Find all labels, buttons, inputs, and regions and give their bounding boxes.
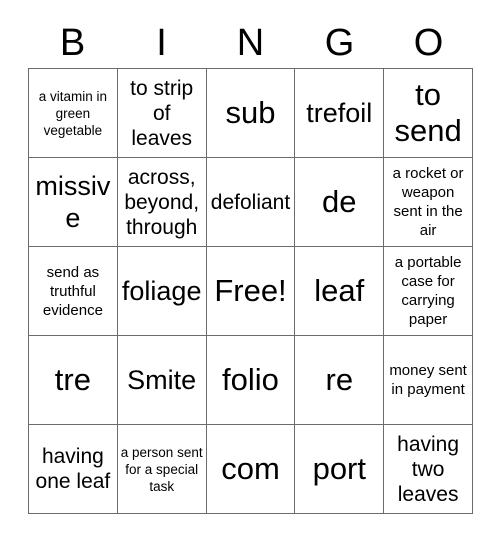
bingo-cell-text: across, beyond, through (124, 165, 200, 239)
bingo-cell[interactable]: sub (206, 69, 296, 158)
bingo-cell-text: missive (35, 171, 111, 233)
bingo-cell[interactable]: foliage (117, 247, 207, 336)
bingo-cell[interactable]: missive (29, 158, 118, 247)
bingo-cell-text: trefoil (306, 98, 373, 128)
bingo-cell[interactable]: having two leaves (384, 425, 473, 514)
bingo-cell[interactable]: leaf (295, 247, 385, 336)
bingo-cell-text: a rocket or weapon sent in the air (392, 165, 464, 239)
bingo-cell-text: tre (54, 362, 91, 397)
bingo-cell-text: de (322, 184, 357, 219)
bingo-cell[interactable]: de (295, 158, 385, 247)
bingo-cell-text: re (325, 362, 354, 397)
bingo-cell[interactable]: send as truthful evidence (29, 247, 118, 336)
bingo-cell[interactable]: a portable case for carrying paper (384, 247, 473, 336)
header-letter-b: B (59, 22, 86, 64)
bingo-cell-text: a vitamin in green vegetable (38, 88, 108, 138)
header-letter-g: G (324, 22, 355, 64)
bingo-cell-text: folio (222, 362, 279, 397)
header-letter-n: N (236, 22, 265, 64)
bingo-cell[interactable]: com (206, 425, 296, 514)
bingo-cell[interactable]: to strip of leaves (117, 69, 207, 158)
bingo-cell[interactable]: across, beyond, through (117, 158, 207, 247)
bingo-header-letters: B I N G O (28, 18, 473, 68)
bingo-cell-text: having two leaves (397, 432, 460, 506)
bingo-cell-free-space[interactable]: Free! (206, 247, 296, 336)
bingo-cell[interactable]: having one leaf (29, 425, 118, 514)
bingo-cell-text: a portable case for carrying paper (394, 254, 462, 328)
bingo-cell-text: a person sent for a special task (120, 444, 203, 494)
bingo-cell-text: to strip of leaves (130, 76, 194, 150)
bingo-cell-text: com (221, 451, 280, 486)
bingo-cell[interactable]: folio (206, 336, 296, 425)
bingo-cell[interactable]: Smite (117, 336, 207, 425)
bingo-cell-text: Free! (214, 273, 287, 308)
bingo-cell[interactable]: a person sent for a special task (117, 425, 207, 514)
bingo-cell-text: sub (225, 95, 276, 130)
bingo-cell[interactable]: tre (29, 336, 118, 425)
bingo-cell-text: Smite (127, 365, 197, 395)
bingo-cell[interactable]: money sent in payment (384, 336, 473, 425)
bingo-cell[interactable]: to send (384, 69, 473, 158)
bingo-cell[interactable]: port (295, 425, 385, 514)
bingo-cell-text: to send (394, 77, 462, 148)
bingo-card: B I N G O a vitamin in green vegetable t… (0, 0, 500, 544)
bingo-cell-text: send as truthful evidence (42, 263, 103, 319)
header-letter-i: I (156, 22, 167, 64)
bingo-cell-text: port (312, 451, 366, 486)
bingo-cell[interactable]: a vitamin in green vegetable (29, 69, 118, 158)
bingo-cell-text: having one leaf (35, 445, 111, 493)
bingo-cell-text: money sent in payment (389, 362, 467, 398)
bingo-cell[interactable]: re (295, 336, 385, 425)
bingo-cell[interactable]: a rocket or weapon sent in the air (384, 158, 473, 247)
bingo-cell-text: foliage (121, 276, 202, 306)
bingo-cell-text: defoliant (210, 190, 291, 214)
bingo-grid: a vitamin in green vegetable to strip of… (28, 68, 473, 514)
bingo-cell[interactable]: defoliant (206, 158, 296, 247)
bingo-cell-text: leaf (314, 273, 365, 308)
header-letter-o: O (413, 22, 444, 64)
bingo-cell[interactable]: trefoil (295, 69, 385, 158)
